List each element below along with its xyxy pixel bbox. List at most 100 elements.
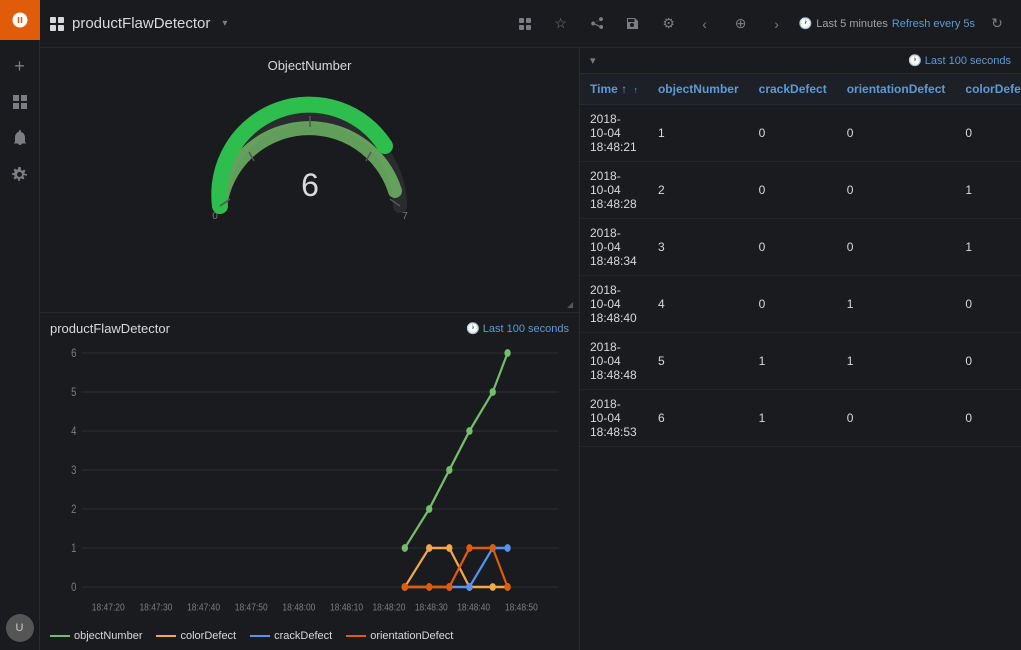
svg-text:7: 7 xyxy=(402,211,408,221)
cell-colordefect-0: 0 xyxy=(955,105,1021,162)
cell-objectnumber-5: 6 xyxy=(648,390,749,447)
legend-item-orientationdefect: orientationDefect xyxy=(346,630,453,642)
col-header-crackdefect[interactable]: crackDefect xyxy=(749,74,837,105)
chart-panel: productFlawDetector 🕐 Last 100 seconds xyxy=(40,313,579,650)
table-row: 2018-10-04 18:48:28 2 0 0 1 xyxy=(580,162,1021,219)
zoom-button[interactable]: ⊕ xyxy=(727,10,755,38)
data-table: Time ↑ ↑ objectNumber crackDefect orient… xyxy=(580,74,1021,447)
cell-colordefect-1: 1 xyxy=(955,162,1021,219)
col-header-colordefect[interactable]: colorDefect xyxy=(955,74,1021,105)
app-logo[interactable] xyxy=(0,0,40,40)
app-grid-icon xyxy=(50,17,64,31)
svg-text:18:47:30: 18:47:30 xyxy=(139,602,172,614)
svg-text:18:48:40: 18:48:40 xyxy=(457,602,490,614)
chart-time-link[interactable]: 🕐 Last 100 seconds xyxy=(466,322,569,335)
legend-item-crackdefect: crackDefect xyxy=(250,630,332,642)
right-panel: ▾ 🕐 Last 100 seconds Time ↑ ↑ objectNumb… xyxy=(580,48,1021,650)
col-header-orientationdefect[interactable]: orientationDefect xyxy=(837,74,956,105)
sort-icon-time: ↑ xyxy=(633,85,638,95)
svg-text:18:47:40: 18:47:40 xyxy=(187,602,220,614)
svg-text:5: 5 xyxy=(71,386,76,399)
cell-objectnumber-4: 5 xyxy=(648,333,749,390)
chart-time-text: Last 100 seconds xyxy=(483,323,569,335)
cell-time-5: 2018-10-04 18:48:53 xyxy=(580,390,648,447)
time-range-text: Last 5 minutes xyxy=(816,18,888,30)
svg-text:6: 6 xyxy=(301,167,319,203)
cell-objectnumber-0: 1 xyxy=(648,105,749,162)
save-button[interactable] xyxy=(619,10,647,38)
table-dropdown-button[interactable]: ▾ xyxy=(590,54,596,67)
title-chevron-icon[interactable]: ▾ xyxy=(222,18,227,29)
chart-clock-icon: 🕐 xyxy=(466,322,480,335)
back-button[interactable]: ‹ xyxy=(691,10,719,38)
cell-colordefect-3: 0 xyxy=(955,276,1021,333)
topbar: productFlawDetector ▾ ☆ ⚙ ‹ ⊕ › 🕐 Last 5… xyxy=(40,0,1021,48)
svg-text:2: 2 xyxy=(71,503,76,516)
cell-orientationdefect-0: 0 xyxy=(837,105,956,162)
svg-text:3: 3 xyxy=(71,464,76,477)
table-row: 2018-10-04 18:48:48 5 1 1 0 xyxy=(580,333,1021,390)
legend-line-colordefect xyxy=(156,635,176,637)
cell-time-2: 2018-10-04 18:48:34 xyxy=(580,219,648,276)
cell-colordefect-2: 1 xyxy=(955,219,1021,276)
legend-label-colordefect: colorDefect xyxy=(180,630,236,642)
settings-button[interactable]: ⚙ xyxy=(655,10,683,38)
col-header-time[interactable]: Time ↑ ↑ xyxy=(580,74,648,105)
legend-line-orientationdefect xyxy=(346,635,366,637)
sidebar-item-settings[interactable] xyxy=(0,156,40,192)
sidebar-item-alerts[interactable] xyxy=(0,120,40,156)
cell-objectnumber-2: 3 xyxy=(648,219,749,276)
chart-title: productFlawDetector xyxy=(50,321,170,336)
chart-legend: objectNumber colorDefect crackDefect ori… xyxy=(50,630,569,642)
table-row: 2018-10-04 18:48:40 4 0 1 0 xyxy=(580,276,1021,333)
add-panel-button[interactable] xyxy=(511,10,539,38)
gauge-container: 6 0 7 xyxy=(200,91,420,221)
table-row: 2018-10-04 18:48:21 1 0 0 0 xyxy=(580,105,1021,162)
legend-item-colordefect: colorDefect xyxy=(156,630,236,642)
sidebar-item-add[interactable]: + xyxy=(0,48,40,84)
legend-item-objectnumber: objectNumber xyxy=(50,630,142,642)
dashboard-title: productFlawDetector xyxy=(72,15,210,32)
forward-button[interactable]: › xyxy=(763,10,791,38)
table-clock-icon: 🕐 xyxy=(908,54,922,67)
cell-crackdefect-4: 1 xyxy=(749,333,837,390)
panel-resize-handle[interactable]: ◢ xyxy=(567,300,579,312)
table-row: 2018-10-04 18:48:53 6 1 0 0 xyxy=(580,390,1021,447)
cell-time-3: 2018-10-04 18:48:40 xyxy=(580,276,648,333)
cell-orientationdefect-3: 1 xyxy=(837,276,956,333)
cell-objectnumber-3: 4 xyxy=(648,276,749,333)
table-row: 2018-10-04 18:48:34 3 0 0 1 xyxy=(580,219,1021,276)
user-avatar[interactable]: U xyxy=(6,614,34,642)
cell-crackdefect-1: 0 xyxy=(749,162,837,219)
cell-objectnumber-1: 2 xyxy=(648,162,749,219)
cell-crackdefect-3: 0 xyxy=(749,276,837,333)
legend-label-objectnumber: objectNumber xyxy=(74,630,142,642)
table-header-row: Time ↑ ↑ objectNumber crackDefect orient… xyxy=(580,74,1021,105)
sidebar-item-dashboards[interactable] xyxy=(0,84,40,120)
refresh-button[interactable]: ↻ xyxy=(983,10,1011,38)
col-header-objectnumber[interactable]: objectNumber xyxy=(648,74,749,105)
cell-orientationdefect-5: 0 xyxy=(837,390,956,447)
svg-text:18:48:50: 18:48:50 xyxy=(505,602,538,614)
legend-line-crackdefect xyxy=(250,635,270,637)
cell-colordefect-5: 0 xyxy=(955,390,1021,447)
cell-crackdefect-0: 0 xyxy=(749,105,837,162)
table-head: Time ↑ ↑ objectNumber crackDefect orient… xyxy=(580,74,1021,105)
chart-header: productFlawDetector 🕐 Last 100 seconds xyxy=(50,321,569,336)
svg-text:18:48:20: 18:48:20 xyxy=(372,602,405,614)
cell-orientationdefect-2: 0 xyxy=(837,219,956,276)
cell-time-0: 2018-10-04 18:48:21 xyxy=(580,105,648,162)
svg-text:1: 1 xyxy=(71,542,76,555)
svg-text:18:48:10: 18:48:10 xyxy=(330,602,363,614)
chart-svg: 0 1 2 3 4 5 6 18:47:20 18:47:30 18:47:40… xyxy=(50,340,569,626)
share-button[interactable] xyxy=(583,10,611,38)
svg-text:18:47:20: 18:47:20 xyxy=(92,602,125,614)
table-time-link[interactable]: 🕐 Last 100 seconds xyxy=(908,54,1011,67)
svg-text:4: 4 xyxy=(71,425,76,438)
clock-icon: 🕐 xyxy=(799,17,813,30)
cell-colordefect-4: 0 xyxy=(955,333,1021,390)
star-button[interactable]: ☆ xyxy=(547,10,575,38)
svg-text:0: 0 xyxy=(71,581,76,594)
legend-label-orientationdefect: orientationDefect xyxy=(370,630,453,642)
legend-line-objectnumber xyxy=(50,635,70,637)
